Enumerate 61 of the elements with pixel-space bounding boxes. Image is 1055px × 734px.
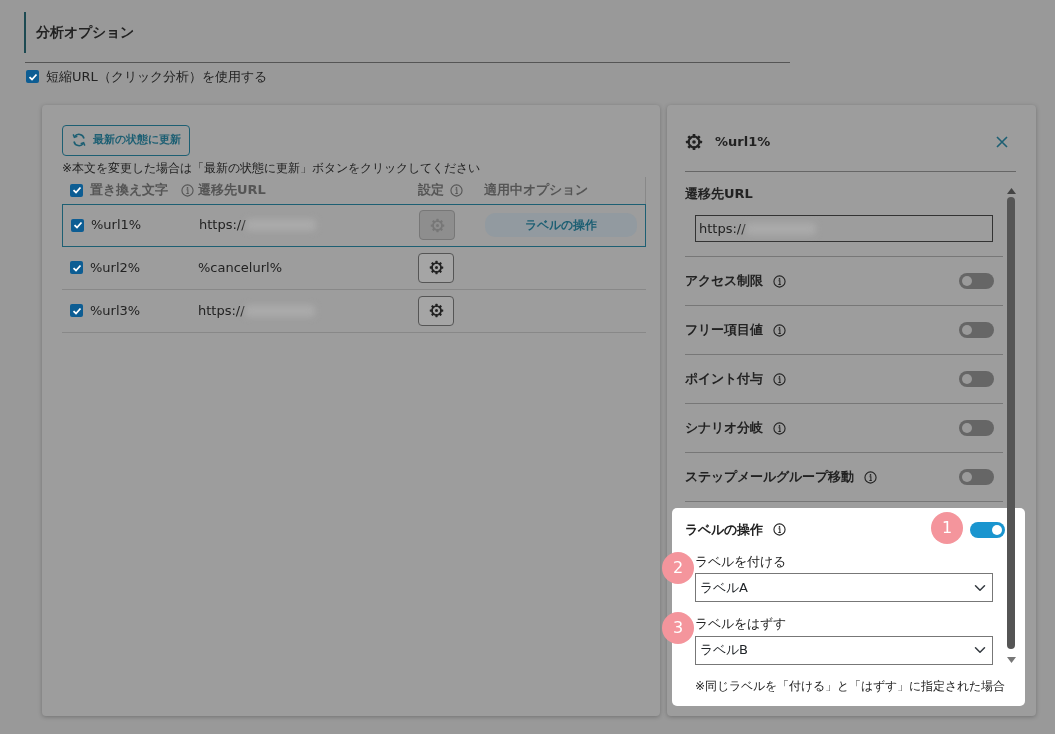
toggle-switch[interactable]	[959, 273, 994, 289]
scrollbar[interactable]	[1006, 187, 1016, 663]
settings-button[interactable]	[418, 252, 454, 283]
checkbox[interactable]	[70, 304, 83, 317]
checkbox[interactable]	[71, 218, 84, 232]
option-label: ステップメールグループ移動	[685, 468, 854, 487]
table-cell-text: %url1%	[91, 216, 142, 235]
option-label: シナリオ分岐	[685, 419, 763, 438]
scroll-down-icon[interactable]	[1006, 656, 1016, 663]
panel-title: %url1%	[715, 132, 771, 151]
settings-icon	[685, 132, 703, 151]
toggle-switch[interactable]	[959, 469, 994, 485]
toggle-switch[interactable]	[959, 322, 994, 338]
toggle-switch[interactable]	[959, 420, 994, 436]
label-dropdown[interactable]: ラベルB	[695, 635, 993, 665]
table-row[interactable]: %url1% https:// ラベルの操作	[62, 203, 646, 247]
table-row[interactable]: %url3% https://	[62, 289, 646, 333]
checkbox[interactable]	[26, 70, 39, 84]
checkbox-label: 短縮URL（クリック分析）を使用する	[46, 68, 267, 86]
info-icon[interactable]	[773, 421, 786, 435]
column-header: 適用中オプション	[484, 181, 588, 200]
option-label: ラベルの操作	[685, 520, 763, 539]
info-icon[interactable]	[773, 274, 786, 288]
table-cell-text: %url3%	[90, 301, 141, 320]
info-icon[interactable]	[773, 523, 786, 536]
close-icon[interactable]	[996, 135, 1008, 148]
settings-icon	[428, 303, 444, 318]
step-marker: 3	[662, 611, 694, 644]
column-header: 設定	[418, 181, 444, 200]
field-label: ラベルをはずす	[695, 615, 787, 633]
option-label: ポイント付与	[685, 370, 763, 389]
toggle-switch[interactable]	[959, 371, 994, 387]
table-row[interactable]: %url2% %cancelurl%	[62, 246, 646, 290]
step-marker: 2	[662, 551, 694, 584]
option-label: フリー項目値	[685, 321, 763, 340]
info-icon[interactable]	[773, 323, 786, 337]
table-cell-text: %url2%	[90, 258, 141, 277]
note-text: ※同じラベルを「付ける」と「はずす」に指定された場合	[695, 677, 1006, 695]
field-label: ラベルを付ける	[695, 552, 787, 571]
column-header: 遷移先URL	[198, 181, 266, 200]
checkbox[interactable]	[70, 183, 83, 197]
column-header: 置き換え文字	[90, 181, 168, 200]
checkbox[interactable]	[70, 261, 83, 274]
settings-button[interactable]	[418, 295, 454, 326]
table-cell-text: %cancelurl%	[198, 258, 282, 277]
option-label: アクセス制限	[685, 272, 763, 291]
field-label: 遷移先URL	[685, 184, 754, 203]
label-dropdown[interactable]: ラベルA	[695, 573, 993, 602]
table-cell-text: https://	[199, 216, 246, 235]
refresh-icon	[71, 132, 87, 148]
info-icon[interactable]	[864, 470, 877, 484]
table-cell-text: https://	[198, 301, 245, 320]
url-field[interactable]: https://	[695, 215, 993, 242]
option-tag: ラベルの操作	[485, 213, 637, 237]
settings-icon	[428, 260, 444, 275]
section-title: 分析オプション	[24, 12, 144, 53]
toggle-switch[interactable]	[970, 521, 1005, 538]
note-text: ※本文を変更した場合は「最新の状態に更新」ボタンをクリックしてください	[62, 159, 482, 177]
info-icon[interactable]	[773, 372, 786, 386]
scroll-up-icon[interactable]	[1006, 187, 1016, 194]
settings-icon	[429, 217, 445, 233]
